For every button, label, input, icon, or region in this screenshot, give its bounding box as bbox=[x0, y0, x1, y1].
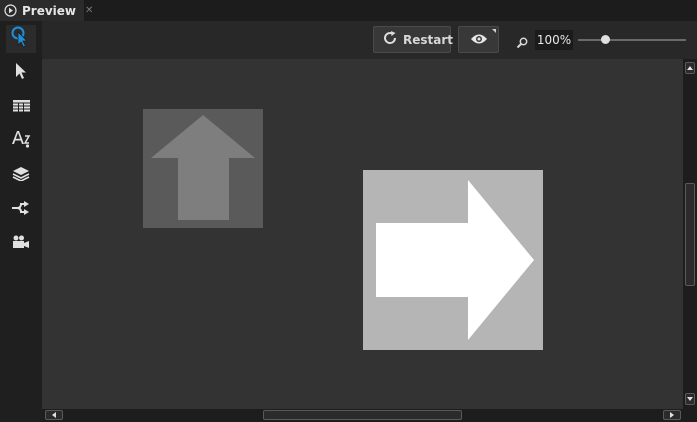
routing-tool[interactable] bbox=[6, 195, 36, 223]
interact-tool[interactable] bbox=[6, 25, 36, 53]
vertical-scroll-thumb[interactable] bbox=[685, 183, 695, 286]
up-arrow-box[interactable] bbox=[143, 109, 263, 228]
layers-icon bbox=[12, 166, 30, 185]
restart-icon bbox=[382, 30, 398, 50]
restart-button[interactable]: Restart bbox=[373, 26, 454, 53]
scroll-down-button[interactable] bbox=[685, 393, 695, 405]
grid-tool[interactable] bbox=[6, 93, 36, 121]
camera-icon bbox=[12, 234, 30, 253]
right-arrow-icon bbox=[363, 180, 543, 354]
scrollbar-corner bbox=[683, 409, 697, 422]
text-icon bbox=[11, 130, 31, 152]
touch-pointer-icon bbox=[11, 26, 31, 52]
route-icon bbox=[12, 200, 30, 219]
text-tool[interactable] bbox=[6, 127, 36, 155]
up-arrow-icon bbox=[143, 115, 263, 232]
chevron-up-icon bbox=[687, 66, 693, 70]
zoom-slider[interactable] bbox=[578, 35, 686, 44]
tool-sidebar bbox=[0, 21, 42, 422]
select-tool[interactable] bbox=[6, 59, 36, 87]
arrow-pointer-icon bbox=[14, 62, 28, 84]
right-arrow-box[interactable] bbox=[363, 170, 543, 350]
play-circle-icon bbox=[4, 4, 17, 18]
scroll-up-button[interactable] bbox=[685, 62, 695, 74]
zoom-level-field[interactable]: 100% bbox=[535, 30, 573, 50]
preview-canvas[interactable] bbox=[42, 59, 683, 409]
vertical-scrollbar[interactable] bbox=[683, 59, 697, 409]
close-icon[interactable]: ✕ bbox=[85, 5, 93, 16]
chevron-right-icon bbox=[670, 412, 674, 418]
eye-icon bbox=[470, 30, 488, 49]
scroll-left-button[interactable] bbox=[45, 410, 63, 420]
camera-tool[interactable] bbox=[6, 229, 36, 257]
layers-tool[interactable] bbox=[6, 161, 36, 189]
preview-toolbar: Restart 100% bbox=[42, 21, 697, 59]
visibility-button[interactable] bbox=[458, 26, 499, 53]
horizontal-scrollbar[interactable] bbox=[42, 409, 683, 422]
scroll-right-button[interactable] bbox=[663, 410, 681, 420]
magnifier-icon bbox=[516, 34, 528, 49]
tab-title: Preview bbox=[22, 3, 77, 18]
restart-label: Restart bbox=[403, 32, 454, 47]
chevron-left-icon bbox=[52, 412, 56, 418]
dropdown-corner-icon bbox=[492, 29, 496, 33]
horizontal-scroll-thumb[interactable] bbox=[263, 410, 462, 420]
table-icon bbox=[12, 98, 30, 117]
tab-preview[interactable]: Preview ✕ bbox=[0, 0, 93, 21]
tab-strip: Preview ✕ bbox=[0, 0, 697, 21]
zoom-slider-handle[interactable] bbox=[600, 35, 610, 44]
chevron-down-icon bbox=[687, 397, 693, 401]
